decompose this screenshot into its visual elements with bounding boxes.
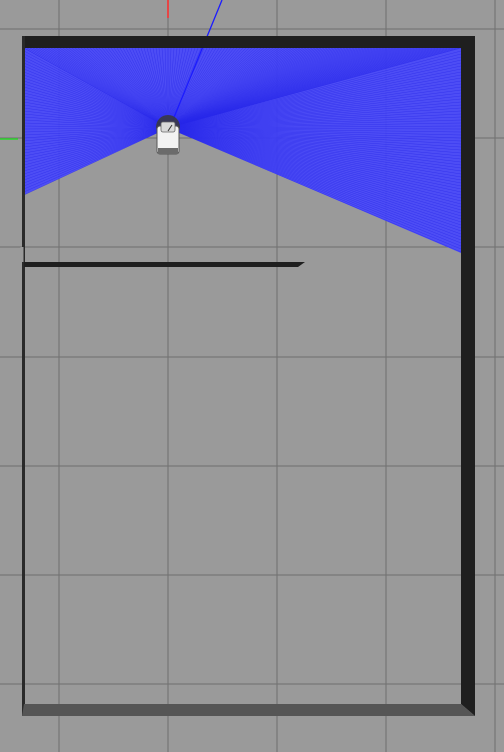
inner-wall [24,262,305,267]
wall-left [22,36,25,716]
scene-canvas[interactable] [0,0,504,752]
robot-icon[interactable] [156,115,180,155]
wall-bottom [22,704,475,716]
wall-top [23,36,475,48]
simulation-viewport[interactable] [0,0,504,752]
robot-base-shadow [158,148,178,154]
wall-right [461,36,475,716]
